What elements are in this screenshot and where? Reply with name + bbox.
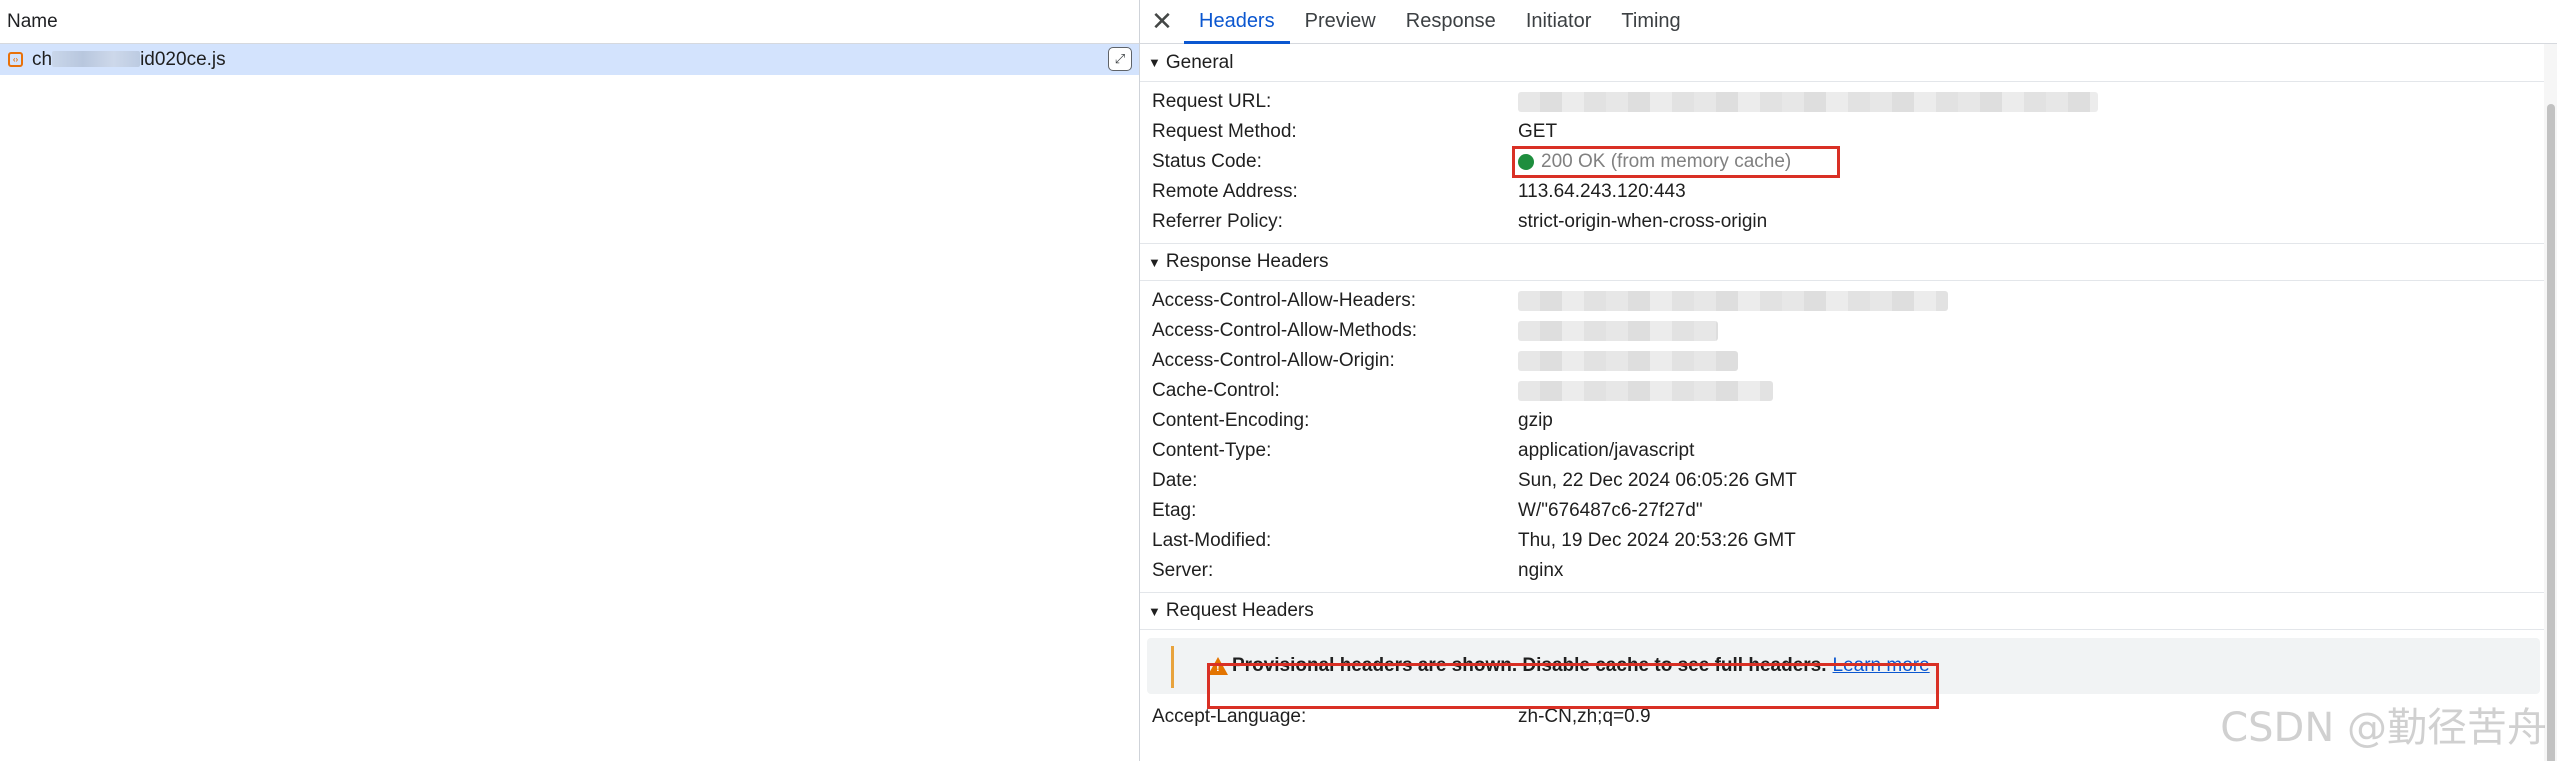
expand-triangle-icon: ▼ xyxy=(1148,254,1161,270)
header-value xyxy=(1518,321,1718,341)
tab-preview-label: Preview xyxy=(1304,9,1376,32)
warning-highlight-box xyxy=(1207,663,1939,709)
header-value: gzip xyxy=(1518,410,1553,431)
request-headers-section-header[interactable]: ▼ Request Headers xyxy=(1140,592,2557,630)
tab-response[interactable]: Response xyxy=(1391,0,1511,43)
response-header-rows: Access-Control-Allow-Headers: Access-Con… xyxy=(1140,281,2557,592)
header-row: Content-Type: application/javascript xyxy=(1140,436,2557,466)
header-value xyxy=(1518,92,2098,112)
header-value: Sun, 22 Dec 2024 06:05:26 GMT xyxy=(1518,470,1797,491)
header-key: Access-Control-Allow-Origin: xyxy=(1152,350,1395,371)
header-value: GET xyxy=(1518,121,1558,142)
header-value xyxy=(1518,351,1738,371)
header-key: Access-Control-Allow-Headers: xyxy=(1152,290,1416,311)
redacted-text xyxy=(52,51,141,68)
header-row: Date: Sun, 22 Dec 2024 06:05:26 GMT xyxy=(1140,466,2557,496)
details-scrollbar[interactable] xyxy=(2544,44,2557,761)
close-icon[interactable]: ✕ xyxy=(1140,0,1184,43)
header-key: Server: xyxy=(1152,560,1214,581)
header-key: Remote Address: xyxy=(1152,181,1298,202)
general-rows: Request URL: Request Method: GET Status … xyxy=(1140,82,2557,243)
script-file-icon: ‹› xyxy=(8,52,23,67)
request-row-selected[interactable]: ‹› ch id020ce.js ⤢ xyxy=(0,44,1139,75)
redacted-value xyxy=(1518,381,1773,401)
header-row: Access-Control-Allow-Headers: xyxy=(1140,286,2557,316)
header-row: Server: nginx xyxy=(1140,556,2557,586)
header-row: Remote Address: 113.64.243.120:443 xyxy=(1140,177,2557,207)
tab-initiator-label: Initiator xyxy=(1525,9,1592,32)
header-key: Request Method: xyxy=(1152,121,1297,142)
header-value: Thu, 19 Dec 2024 20:53:26 GMT xyxy=(1518,530,1796,551)
header-value: zh-CN,zh;q=0.9 xyxy=(1518,706,1651,727)
header-key: Content-Encoding: xyxy=(1152,410,1310,431)
tab-timing-label: Timing xyxy=(1621,9,1681,32)
header-row: Last-Modified: Thu, 19 Dec 2024 20:53:26… xyxy=(1140,526,2557,556)
header-key: Status Code: xyxy=(1152,151,1262,172)
header-row: Content-Encoding: gzip xyxy=(1140,406,2557,436)
expand-triangle-icon: ▼ xyxy=(1148,55,1161,70)
watermark: CSDN @勤径苦舟 xyxy=(2220,705,2547,751)
header-row: Status Code: 200 OK (from memory cache) xyxy=(1140,147,2557,177)
name-column-label: Name xyxy=(7,10,58,32)
header-key: Accept-Language: xyxy=(1152,706,1307,727)
header-key: Last-Modified: xyxy=(1152,530,1272,551)
request-name-suffix: id020ce.js xyxy=(140,48,226,70)
redacted-value xyxy=(1518,92,2098,112)
details-tab-bar: ✕ Headers Preview Response Initiator Tim… xyxy=(1140,0,2557,44)
header-value: W/"676487c6-27f27d" xyxy=(1518,500,1703,521)
header-row: Etag: W/"676487c6-27f27d" xyxy=(1140,496,2557,526)
header-value: application/javascript xyxy=(1518,440,1695,461)
warning-accent-bar xyxy=(1171,646,1174,688)
tab-preview[interactable]: Preview xyxy=(1290,0,1391,43)
header-key: Access-Control-Allow-Methods: xyxy=(1152,320,1418,341)
name-column-header[interactable]: Name xyxy=(0,0,1139,44)
redacted-value xyxy=(1518,291,1948,311)
header-value: strict-origin-when-cross-origin xyxy=(1518,211,1768,232)
header-key: Content-Type: xyxy=(1152,440,1272,461)
tab-headers-label: Headers xyxy=(1199,9,1275,32)
header-value: nginx xyxy=(1518,560,1564,581)
header-key: Etag: xyxy=(1152,500,1197,521)
header-row: Referrer Policy: strict-origin-when-cros… xyxy=(1140,207,2557,237)
header-row: Access-Control-Allow-Origin: xyxy=(1140,346,2557,376)
tab-initiator[interactable]: Initiator xyxy=(1511,0,1607,43)
override-content-icon[interactable]: ⤢ xyxy=(1108,47,1132,71)
response-headers-title: Response Headers xyxy=(1165,251,1329,272)
request-name: ch id020ce.js xyxy=(32,49,226,71)
header-value: 113.64.243.120:443 xyxy=(1518,181,1686,202)
general-section-header[interactable]: ▼ General xyxy=(1140,44,2557,82)
header-key: Referrer Policy: xyxy=(1152,211,1283,232)
header-row: Access-Control-Allow-Methods: xyxy=(1140,316,2557,346)
expand-triangle-icon: ▼ xyxy=(1148,603,1161,619)
header-row: Request URL: xyxy=(1140,87,2557,117)
general-section-title: General xyxy=(1165,51,1234,73)
redacted-value xyxy=(1518,351,1738,371)
request-name-prefix: ch xyxy=(32,48,53,70)
request-details-pane: ✕ Headers Preview Response Initiator Tim… xyxy=(1140,0,2557,761)
tab-response-label: Response xyxy=(1405,9,1496,32)
request-headers-title: Request Headers xyxy=(1165,600,1314,621)
scrollbar-thumb[interactable] xyxy=(2547,104,2555,761)
header-value xyxy=(1518,381,1773,401)
header-value xyxy=(1518,291,1948,311)
header-row: Request Method: GET xyxy=(1140,117,2557,147)
tab-timing[interactable]: Timing xyxy=(1606,0,1695,43)
request-list-pane: Name ‹› ch id020ce.js ⤢ xyxy=(0,0,1140,761)
tab-headers[interactable]: Headers xyxy=(1184,0,1290,44)
redacted-value xyxy=(1518,321,1718,341)
header-row: Cache-Control: xyxy=(1140,376,2557,406)
response-headers-section-header[interactable]: ▼ Response Headers xyxy=(1140,243,2557,281)
status-highlight-box xyxy=(1512,146,1840,178)
header-key: Cache-Control: xyxy=(1152,380,1280,401)
header-key: Date: xyxy=(1152,470,1198,491)
header-key: Request URL: xyxy=(1152,91,1272,112)
